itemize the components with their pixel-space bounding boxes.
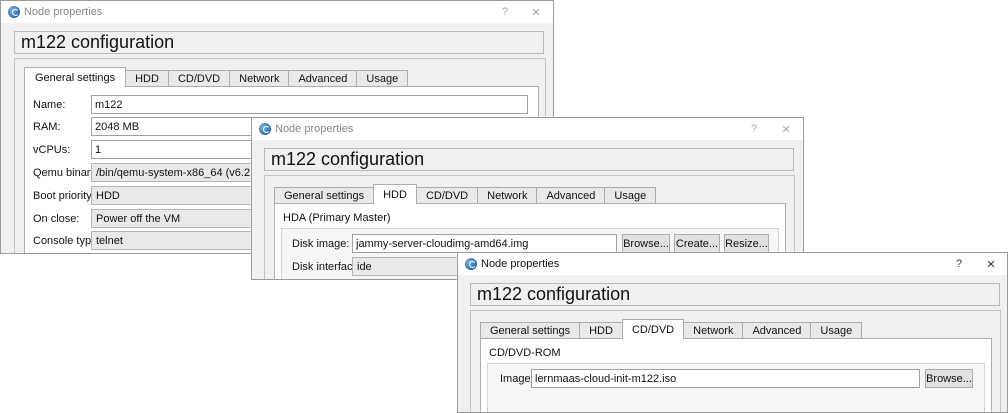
tab-bar: General settings HDD CD/DVD Network Adva… bbox=[274, 184, 657, 204]
name-input[interactable]: m122 bbox=[91, 95, 528, 114]
cd-image-label: Image: bbox=[500, 373, 534, 385]
tab-network[interactable]: Network bbox=[477, 187, 538, 204]
tab-cd-dvd[interactable]: CD/DVD bbox=[621, 319, 685, 339]
cd-image-browse-button[interactable]: Browse... bbox=[925, 369, 973, 388]
tab-bar: General settings HDD CD/DVD Network Adva… bbox=[480, 319, 863, 339]
disk-image-label: Disk image: bbox=[292, 238, 350, 250]
app-icon bbox=[8, 6, 20, 18]
cd-dvd-rom-section-title: CD/DVD-ROM bbox=[489, 347, 561, 359]
tab-general-settings[interactable]: General settings bbox=[24, 67, 127, 87]
node-properties-window-cd-dvd: Node properties ? ✕ m122 configuration G… bbox=[457, 252, 1008, 413]
tab-network[interactable]: Network bbox=[229, 70, 290, 87]
name-label: Name: bbox=[33, 99, 66, 111]
help-button[interactable]: ? bbox=[743, 118, 765, 140]
window-title: Node properties bbox=[481, 258, 560, 270]
disk-image-browse-button[interactable]: Browse... bbox=[622, 234, 670, 253]
disk-image-create-button[interactable]: Create... bbox=[674, 234, 720, 253]
config-header: m122 configuration bbox=[264, 148, 794, 171]
tab-hdd[interactable]: HDD bbox=[373, 184, 417, 204]
tab-network[interactable]: Network bbox=[683, 322, 744, 339]
close-icon[interactable]: ✕ bbox=[980, 253, 1002, 275]
window-title: Node properties bbox=[24, 6, 103, 18]
tab-general-settings[interactable]: General settings bbox=[480, 322, 581, 339]
disk-image-resize-button[interactable]: Resize... bbox=[724, 234, 769, 253]
tab-hdd[interactable]: HDD bbox=[125, 70, 169, 87]
name-row: Name: m122 bbox=[25, 95, 538, 115]
window-title: Node properties bbox=[275, 123, 354, 135]
config-header: m122 configuration bbox=[14, 31, 544, 54]
qemu-binary-label: Qemu binary: bbox=[33, 167, 100, 179]
tab-hdd[interactable]: HDD bbox=[579, 322, 623, 339]
app-icon bbox=[259, 123, 271, 135]
on-close-label: On close: bbox=[33, 213, 80, 225]
disk-image-row: Disk image: jammy-server-cloudimg-amd64.… bbox=[275, 234, 785, 254]
help-button[interactable]: ? bbox=[948, 253, 970, 275]
cd-image-row: Image: lernmaas-cloud-init-m122.iso Brow… bbox=[481, 369, 991, 389]
config-header: m122 configuration bbox=[470, 283, 1000, 306]
tab-advanced[interactable]: Advanced bbox=[288, 70, 358, 87]
tab-advanced[interactable]: Advanced bbox=[742, 322, 812, 339]
help-button[interactable]: ? bbox=[494, 1, 516, 23]
cd-image-input[interactable]: lernmaas-cloud-init-m122.iso bbox=[531, 369, 920, 388]
tab-usage[interactable]: Usage bbox=[810, 322, 863, 339]
tab-advanced[interactable]: Advanced bbox=[536, 187, 606, 204]
title-bar[interactable]: Node properties ? ✕ bbox=[458, 253, 1007, 275]
tab-bar: General settings HDD CD/DVD Network Adva… bbox=[24, 67, 409, 87]
tab-cd-dvd[interactable]: CD/DVD bbox=[415, 187, 479, 204]
ram-label: RAM: bbox=[33, 121, 61, 133]
app-icon bbox=[465, 258, 477, 270]
disk-image-input[interactable]: jammy-server-cloudimg-amd64.img bbox=[352, 234, 617, 253]
hda-section-title: HDA (Primary Master) bbox=[283, 212, 391, 224]
tab-usage[interactable]: Usage bbox=[356, 70, 409, 87]
tab-page-cd-dvd: CD/DVD-ROM Image: lernmaas-cloud-init-m1… bbox=[480, 338, 992, 412]
vcpus-label: vCPUs: bbox=[33, 144, 71, 156]
title-bar[interactable]: Node properties ? ✕ bbox=[1, 1, 553, 23]
close-icon[interactable]: ✕ bbox=[525, 1, 547, 23]
tab-general-settings[interactable]: General settings bbox=[274, 187, 375, 204]
close-icon[interactable]: ✕ bbox=[775, 118, 797, 140]
title-bar[interactable]: Node properties ? ✕ bbox=[252, 118, 803, 140]
tab-usage[interactable]: Usage bbox=[604, 187, 657, 204]
boot-priority-label: Boot priority: bbox=[33, 190, 95, 202]
tab-cd-dvd[interactable]: CD/DVD bbox=[167, 70, 231, 87]
